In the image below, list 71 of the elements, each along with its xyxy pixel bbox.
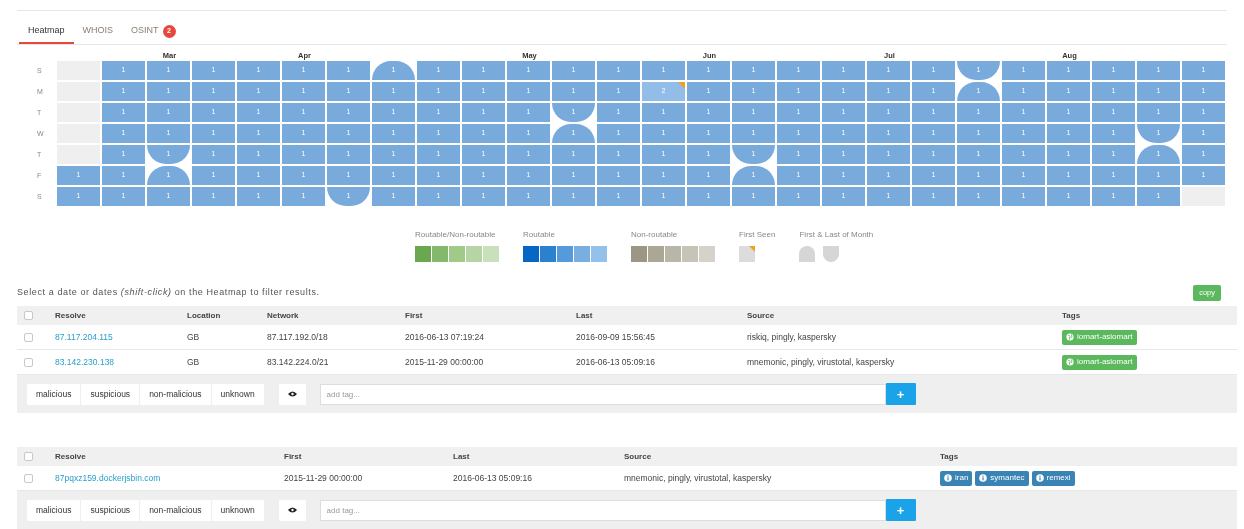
column-header: Location (186, 309, 222, 322)
table-cell-text: GB (186, 355, 201, 369)
tab[interactable]: Heatmap (19, 20, 74, 44)
table-cell-text: 2016-06-13 05:09:16 (452, 471, 533, 485)
tag-badge[interactable]: iomart-asiomart (1062, 329, 1137, 345)
legend-title: Non-routable (631, 229, 679, 241)
table-cell-text: 2015-11-29 00:00:00 (283, 471, 364, 485)
visibility-button[interactable] (278, 383, 306, 405)
add-tag-field[interactable]: add tag... (319, 499, 886, 521)
column-header: Source (623, 450, 653, 463)
globe-icon (1066, 358, 1074, 366)
column-header: Tags (939, 450, 960, 463)
resolve-link[interactable]: 83.142.230.138 (50, 355, 115, 369)
column-header: First (404, 309, 424, 322)
legend-title: First & Last of Month (799, 229, 874, 241)
verdict-button[interactable]: non-malicious (140, 383, 211, 405)
column-header: Resolve (54, 309, 87, 322)
globe-icon (1066, 333, 1074, 341)
info-icon (1035, 474, 1044, 482)
first-seen-swatch-icon (739, 246, 755, 262)
table-cell-text: GB (186, 330, 201, 344)
add-tag-field[interactable]: add tag... (319, 383, 886, 405)
table-cell-text: 83.142.224.0/21 (266, 355, 330, 369)
month-end-swatch-icon (823, 246, 840, 262)
resolve-link[interactable]: 87pqxz159.dockerjsbin.com (50, 471, 161, 485)
checkbox[interactable] (24, 332, 33, 342)
tag-badge[interactable]: iran (940, 470, 973, 486)
column-header: Last (575, 309, 594, 322)
verdict-button[interactable]: suspicious (81, 383, 140, 405)
verdict-button[interactable]: unknown (211, 499, 264, 521)
eye-icon (287, 391, 297, 397)
column-header: First (283, 450, 303, 463)
tab[interactable]: WHOIS (73, 20, 123, 44)
table-cell-text: 2016-06-13 07:19:24 (404, 330, 485, 344)
legend-title: First Seen (739, 229, 776, 241)
checkbox[interactable] (24, 452, 33, 461)
legend-title: Routable (523, 229, 557, 241)
checkbox[interactable] (24, 311, 33, 320)
column-header: Source (746, 309, 776, 322)
table-cell-text: mnemonic, pingly, virustotal, kaspersky (623, 471, 773, 485)
info-icon (944, 474, 952, 482)
column-header: Resolve (54, 450, 87, 463)
add-tag-button[interactable]: + (885, 383, 916, 405)
table-cell-text: 2016-09-09 15:56:45 (575, 330, 656, 344)
table-cell-text: 87.117.192.0/18 (266, 330, 329, 344)
verdict-button[interactable]: suspicious (81, 499, 140, 521)
legend-title: Routable/Non-routable (415, 229, 497, 241)
info-icon (979, 474, 988, 482)
table-cell-text: mnemonic, pingly, virustotal, kaspersky (746, 355, 896, 369)
column-header: Tags (1061, 309, 1082, 322)
resolve-link[interactable]: 87.117.204.115 (50, 330, 113, 344)
verdict-button[interactable]: non-malicious (140, 499, 211, 521)
filter-hint: Select a date or dates (shift-click) on the Heatmap to filter results. (17, 286, 320, 300)
eye-icon (287, 507, 297, 513)
tag-badge[interactable]: symantec (975, 470, 1029, 486)
table-cell-text: 2015-11-29 00:00:00 (404, 355, 485, 369)
checkbox[interactable] (24, 473, 33, 483)
month-start-swatch-icon (799, 246, 816, 262)
verdict-button[interactable]: unknown (211, 383, 264, 405)
checkbox[interactable] (24, 357, 33, 367)
table-cell-text: 2016-06-13 05:09:16 (575, 355, 656, 369)
first-seen-corner-icon (678, 82, 685, 89)
visibility-button[interactable] (278, 499, 306, 521)
verdict-button[interactable]: malicious (27, 499, 81, 521)
tag-badge[interactable]: iomart-asiomart (1062, 354, 1137, 370)
table-cell-text: riskiq, pingly, kaspersky (746, 330, 838, 344)
tag-badge[interactable]: remexi (1031, 470, 1075, 486)
column-header: Last (452, 450, 471, 463)
column-header: Network (266, 309, 300, 322)
add-tag-button[interactable]: + (885, 499, 916, 521)
verdict-button[interactable]: malicious (27, 383, 81, 405)
